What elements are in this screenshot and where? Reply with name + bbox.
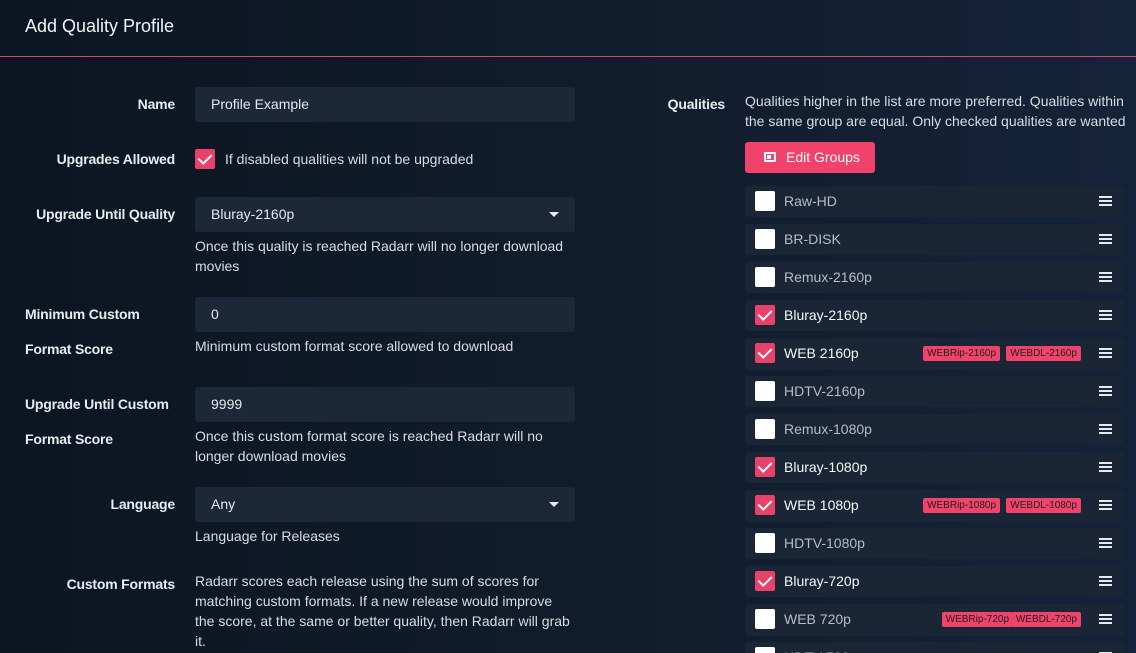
caret-down-icon (549, 502, 559, 507)
upgrade-until-quality-select[interactable]: Bluray-2160p (195, 197, 575, 232)
quality-checkbox[interactable] (755, 609, 775, 629)
upgrades-allowed-help: If disabled qualities will not be upgrad… (225, 151, 474, 167)
quality-checkbox[interactable] (755, 305, 775, 325)
quality-row[interactable]: BR-DISK (745, 224, 1124, 255)
quality-checkbox[interactable] (755, 229, 775, 249)
quality-row[interactable]: WEB 720p WEBRip-720p WEBDL-720p (745, 604, 1124, 636)
page-title: Add Quality Profile (25, 16, 175, 36)
quality-name: HDTV-720p (784, 649, 857, 653)
quality-name: Remux-1080p (784, 421, 872, 437)
language-label: Language (110, 496, 175, 512)
caret-down-icon (549, 212, 559, 217)
quality-row[interactable]: HDTV-2160p (745, 376, 1124, 407)
quality-checkbox[interactable] (755, 191, 775, 211)
upgrade-custom-score-input[interactable] (195, 387, 575, 422)
upgrades-allowed-checkbox[interactable] (195, 149, 215, 169)
quality-checkbox[interactable] (755, 647, 775, 653)
edit-groups-button[interactable]: Edit Groups (745, 142, 875, 173)
quality-name: WEB 2160p (784, 345, 859, 361)
quality-checkbox[interactable] (755, 533, 775, 553)
quality-row[interactable]: Bluray-1080p (745, 452, 1124, 483)
drag-handle-icon[interactable] (1099, 576, 1112, 587)
quality-row[interactable]: HDTV-720p (745, 642, 1124, 653)
quality-name: BR-DISK (784, 231, 841, 247)
quality-row[interactable]: WEB 2160p WEBRip-2160p WEBDL-2160p (745, 338, 1124, 370)
quality-name: WEB 1080p (784, 497, 859, 513)
drag-handle-icon[interactable] (1099, 310, 1112, 321)
quality-checkbox[interactable] (755, 419, 775, 439)
custom-formats-label: Custom Formats (66, 576, 176, 592)
quality-row[interactable]: Raw-HD (745, 186, 1124, 217)
quality-checkbox[interactable] (755, 343, 775, 363)
custom-formats-help-2: matching custom formats. If a new releas… (195, 593, 553, 609)
min-custom-score-help: Minimum custom format score allowed to d… (195, 338, 514, 354)
custom-formats-help-1: Radarr scores each release using the sum… (195, 573, 539, 589)
quality-checkbox[interactable] (755, 457, 775, 477)
upgrades-allowed-label: Upgrades Allowed (56, 151, 176, 167)
quality-source-tag: WEBDL-1080p (1006, 498, 1081, 513)
quality-name: HDTV-2160p (784, 383, 865, 399)
drag-handle-icon[interactable] (1099, 424, 1112, 435)
quality-row[interactable]: WEB 1080p WEBRip-1080p WEBDL-1080p (745, 490, 1124, 522)
quality-source-tag: WEBDL-720p (1011, 612, 1081, 627)
quality-source-tag: WEBRip-720p (941, 612, 1013, 627)
quality-checkbox[interactable] (755, 381, 775, 401)
custom-formats-help-4: it. (195, 633, 206, 649)
quality-name: Bluray-2160p (784, 307, 868, 323)
quality-source-tag: WEBRip-2160p (923, 346, 1000, 361)
drag-handle-icon[interactable] (1099, 234, 1112, 245)
upgrade-until-quality-help-1: Once this quality is reached Radarr will… (195, 238, 564, 254)
quality-name: Bluray-720p (784, 573, 860, 589)
quality-name: Raw-HD (784, 193, 837, 209)
edit-groups-label: Edit Groups (786, 149, 860, 165)
qualities-help-2: the same group are equal. Only checked q… (745, 113, 1126, 129)
language-select[interactable]: Any (195, 487, 575, 522)
language-value: Any (211, 496, 236, 512)
quality-row[interactable]: Remux-1080p (745, 414, 1124, 445)
min-custom-score-label-2: Format Score (25, 341, 113, 357)
drag-handle-icon[interactable] (1099, 500, 1112, 511)
name-label: Name (137, 96, 176, 112)
min-custom-score-input[interactable] (195, 297, 575, 332)
quality-name: Bluray-1080p (784, 459, 868, 475)
custom-formats-help-3: the score, at the same or better quality… (195, 613, 570, 629)
upgrade-until-quality-help-2: movies (195, 258, 240, 274)
drag-handle-icon[interactable] (1099, 538, 1112, 549)
min-custom-score-label-1: Minimum Custom (25, 306, 140, 322)
quality-checkbox[interactable] (755, 495, 775, 515)
drag-handle-icon[interactable] (1099, 614, 1112, 625)
object-group-icon (764, 152, 776, 162)
drag-handle-icon[interactable] (1099, 272, 1112, 283)
qualities-help-1: Qualities higher in the list are more pr… (745, 93, 1124, 109)
upgrade-until-quality-label: Upgrade Until Quality (36, 206, 175, 222)
language-help: Language for Releases (195, 528, 340, 544)
quality-name: Remux-2160p (784, 269, 872, 285)
drag-handle-icon[interactable] (1099, 196, 1112, 207)
upgrade-until-quality-value: Bluray-2160p (211, 206, 295, 222)
quality-row[interactable]: Remux-2160p (745, 262, 1124, 293)
quality-source-tag: WEBDL-2160p (1006, 346, 1081, 361)
quality-row[interactable]: Bluray-720p (745, 566, 1124, 597)
quality-source-tag: WEBRip-1080p (923, 498, 1000, 513)
quality-name: WEB 720p (784, 611, 851, 627)
drag-handle-icon[interactable] (1099, 348, 1112, 359)
page-header: Add Quality Profile (0, 0, 1136, 57)
upgrade-custom-score-help-2: longer download movies (195, 448, 346, 464)
drag-handle-icon[interactable] (1099, 386, 1112, 397)
upgrade-custom-score-label-1: Upgrade Until Custom (25, 396, 169, 412)
quality-name: HDTV-1080p (784, 535, 865, 551)
qualities-label: Qualities (667, 96, 726, 112)
name-input[interactable] (195, 87, 575, 122)
drag-handle-icon[interactable] (1099, 462, 1112, 473)
quality-checkbox[interactable] (755, 267, 775, 287)
quality-row[interactable]: Bluray-2160p (745, 300, 1124, 331)
quality-checkbox[interactable] (755, 571, 775, 591)
quality-row[interactable]: HDTV-1080p (745, 528, 1124, 559)
upgrade-custom-score-help-1: Once this custom format score is reached… (195, 428, 543, 444)
upgrade-custom-score-label-2: Format Score (25, 431, 113, 447)
